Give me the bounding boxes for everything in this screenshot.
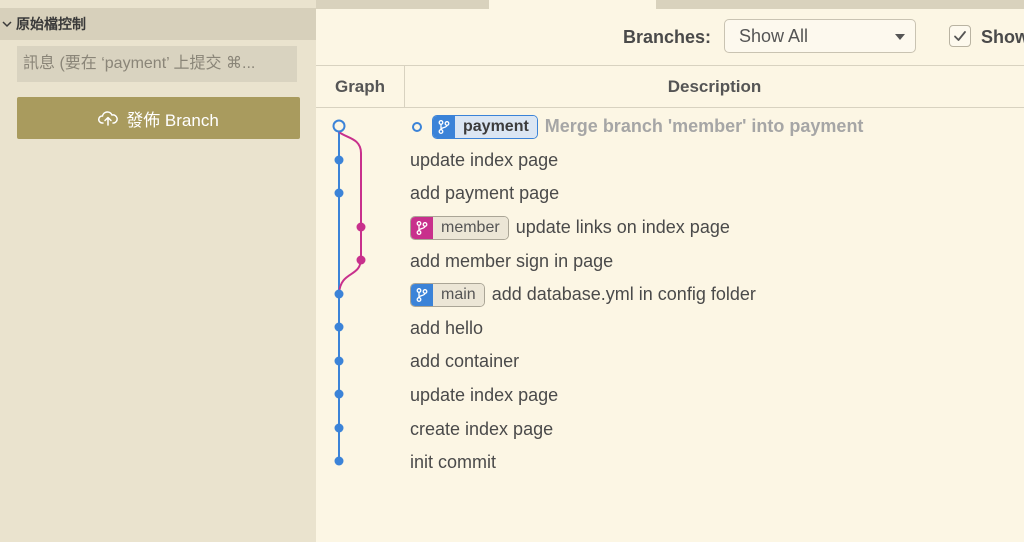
commit-message: add payment page <box>410 183 560 204</box>
commit-row[interactable]: main add database.yml in config folder <box>410 278 1024 312</box>
commit-node[interactable] <box>334 356 344 366</box>
branch-icon <box>416 287 428 302</box>
commit-row[interactable]: payment Merge branch 'member' into payme… <box>410 110 1024 144</box>
branch-chip-main[interactable]: main <box>410 282 485 307</box>
commit-row[interactable]: add container <box>410 345 1024 379</box>
commit-row[interactable]: create index page <box>410 412 1024 446</box>
commit-message: init commit <box>410 452 497 473</box>
commit-message: create index page <box>410 418 554 439</box>
uncommitted-dot-icon <box>412 121 422 132</box>
source-control-panel: 原始檔控制 發佈 Branch <box>0 0 316 542</box>
commit-message: add member sign in page <box>410 250 614 271</box>
branch-icon <box>438 119 450 134</box>
commit-table-header: Graph Description <box>316 65 1024 108</box>
commit-node[interactable] <box>334 322 344 332</box>
branch-icon <box>416 220 428 235</box>
commit-message: add hello <box>410 317 484 338</box>
commit-message: Merge branch 'member' into payment <box>544 116 864 137</box>
chevron-down-icon <box>2 21 12 28</box>
branch-chip-payment[interactable]: payment <box>432 114 538 139</box>
git-graph-toolbar: Branches: Show All Show <box>316 9 1024 65</box>
commit-row[interactable]: member update links on index page <box>410 211 1024 245</box>
publish-branch-label: 發佈 Branch <box>126 110 219 130</box>
commit-message: update links on index page <box>515 217 730 238</box>
chevron-down-icon <box>895 34 905 40</box>
show-checkbox[interactable] <box>949 25 971 47</box>
branch-chip-label: payment <box>455 115 537 138</box>
source-control-section-header[interactable]: 原始檔控制 <box>0 8 316 40</box>
commit-node[interactable] <box>334 188 344 198</box>
commit-node[interactable] <box>334 289 344 299</box>
commit-node-member[interactable] <box>356 222 366 232</box>
commit-node-head[interactable] <box>332 119 346 133</box>
commit-message: add container <box>410 351 520 372</box>
commit-node[interactable] <box>334 155 344 165</box>
commit-node[interactable] <box>334 456 344 466</box>
commit-node[interactable] <box>334 423 344 433</box>
commit-message: add database.yml in config folder <box>491 284 756 305</box>
editor-tab[interactable] <box>316 0 489 9</box>
branch-chip-label: member <box>433 216 508 239</box>
source-control-title: 原始檔控制 <box>16 16 86 32</box>
graph-column-header[interactable]: Graph <box>316 66 405 107</box>
commit-row[interactable]: add member sign in page <box>410 244 1024 278</box>
publish-branch-button[interactable]: 發佈 Branch <box>17 97 300 139</box>
editor-tab-strip <box>316 0 1024 9</box>
branch-chip-label: main <box>433 283 484 306</box>
commit-message: update index page <box>410 149 559 170</box>
commit-row[interactable]: update index page <box>410 379 1024 413</box>
commit-row[interactable]: init commit <box>410 446 1024 480</box>
checkmark-icon <box>954 31 966 41</box>
branches-dropdown[interactable]: Show All <box>724 19 916 53</box>
cloud-upload-icon <box>98 111 119 126</box>
commit-row[interactable]: update index page <box>410 144 1024 178</box>
description-column-header[interactable]: Description <box>405 66 1024 107</box>
commit-list: payment Merge branch 'member' into payme… <box>410 110 1024 480</box>
commit-node[interactable] <box>334 389 344 399</box>
editor-tab[interactable] <box>656 0 1024 9</box>
commit-row[interactable]: add payment page <box>410 177 1024 211</box>
commit-node-member[interactable] <box>356 255 366 265</box>
branch-chip-member[interactable]: member <box>410 215 509 240</box>
commit-graph <box>332 119 366 466</box>
commit-message: update index page <box>410 385 559 406</box>
commit-message-input[interactable] <box>17 46 297 82</box>
branches-dropdown-value: Show All <box>739 25 809 46</box>
show-checkbox-label: Show <box>981 27 1024 47</box>
branches-label: Branches: <box>623 27 712 47</box>
commit-row[interactable]: add hello <box>410 312 1024 346</box>
member-branch-line <box>338 131 362 294</box>
